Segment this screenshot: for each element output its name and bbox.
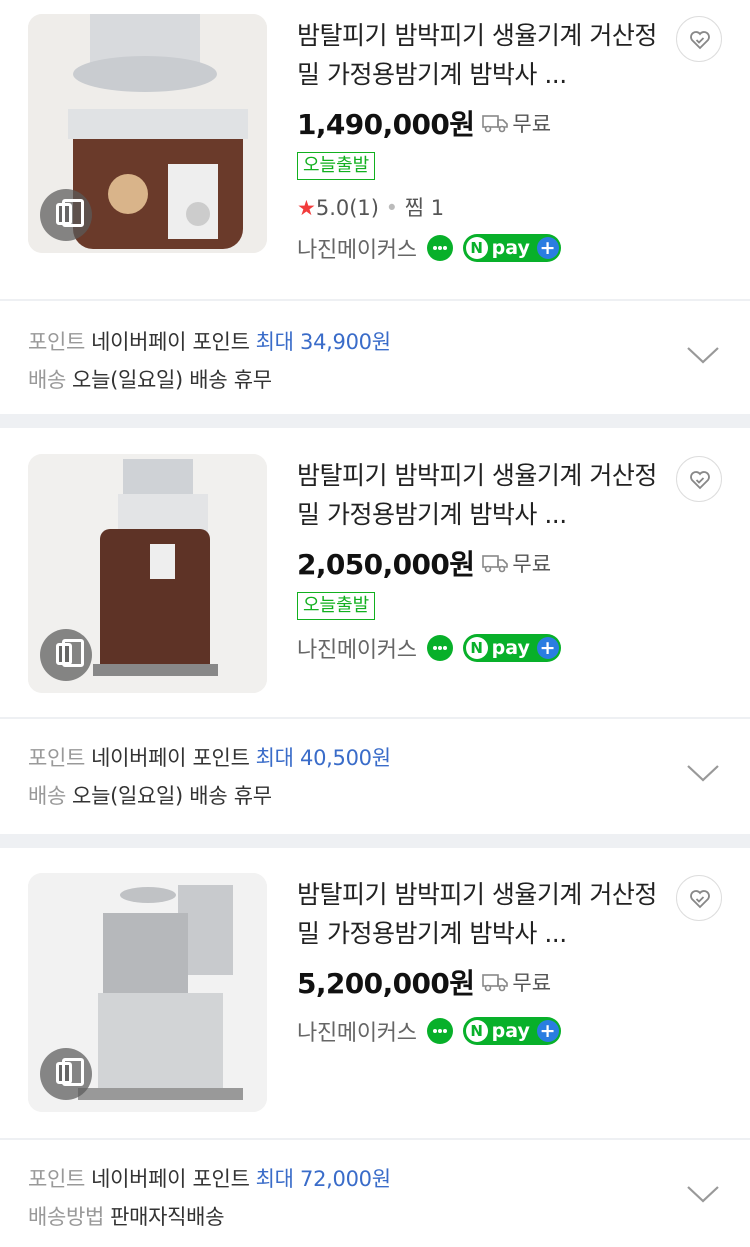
copy-icon[interactable] [40,189,92,241]
product-main[interactable]: 밤탈피기 밤박피기 생율기계 거산정밀 가정용밤기계 밤박사 ... 2,050… [0,428,750,719]
chevron-down-icon[interactable] [686,763,720,783]
delivery-label: 배송방법 [28,1205,105,1229]
product-main[interactable]: 밤탈피기 밤박피기 생율기계 거산정밀 가정용밤기계 밤박사 ... 5,200… [0,848,750,1140]
delivery-line: 배송 오늘(일요일) 배송 휴무 [28,777,750,815]
product-info: 밤탈피기 밤박피기 생율기계 거산정밀 가정용밤기계 밤박사 ... 5,200… [297,875,657,1047]
shipping-fee: 무료 [512,971,552,995]
product-card[interactable]: 밤탈피기 밤박피기 생율기계 거산정밀 가정용밤기계 밤박사 ... 5,200… [0,834,750,1247]
point-label: 포인트 [28,746,86,770]
talk-icon[interactable] [426,635,453,661]
npay-badge: Npay + [462,634,561,662]
zzim-count: 찜 1 [404,196,445,220]
rating-row: ★5.0(1) • 찜 1 [297,196,445,220]
talk-icon[interactable] [426,235,453,261]
npay-label: pay [491,237,530,259]
product-info: 밤탈피기 밤박피기 생율기계 거산정밀 가정용밤기계 밤박사 ... 2,050… [297,456,657,664]
price-row: 1,490,000원 무료 [297,106,657,141]
product-card[interactable]: 밤탈피기 밤박피기 생율기계 거산정밀 가정용밤기계 밤박사 ... 1,490… [0,0,750,414]
product-meta[interactable]: 포인트 네이버페이 포인트 최대 34,900원 배송 오늘(일요일) 배송 휴무 [0,301,750,413]
rating-value: 5.0 [315,196,350,220]
today-ship-badge: 오늘출발 [297,592,376,620]
delivery-label: 배송 [28,784,67,808]
point-label: 포인트 [28,330,86,354]
product-price: 1,490,000원 [297,108,475,141]
chevron-down-icon[interactable] [686,1184,720,1204]
product-title[interactable]: 밤탈피기 밤박피기 생율기계 거산정밀 가정용밤기계 밤박사 ... [297,875,657,953]
seller-name[interactable]: 나진메이커스 [297,232,417,264]
shipping-fee: 무료 [512,112,552,136]
price-row: 2,050,000원 무료 [297,546,657,581]
product-card[interactable]: 밤탈피기 밤박피기 생율기계 거산정밀 가정용밤기계 밤박사 ... 2,050… [0,414,750,834]
point-line: 포인트 네이버페이 포인트 최대 72,000원 [28,1160,750,1198]
npay-label: pay [491,637,530,659]
heart-check-icon[interactable] [676,875,722,921]
point-text: 네이버페이 포인트 [91,746,250,770]
seller-row: 나진메이커스 Npay + [297,232,657,264]
npay-badge: Npay + [462,234,561,262]
product-image[interactable] [28,873,267,1112]
product-title[interactable]: 밤탈피기 밤박피기 생율기계 거산정밀 가정용밤기계 밤박사 ... [297,16,657,94]
npay-badge: Npay + [462,1017,561,1045]
point-max: 최대 40,500원 [255,746,391,770]
truck-icon [482,115,509,133]
heart-check-icon[interactable] [676,456,722,502]
copy-icon[interactable] [40,1048,92,1100]
plus-icon: + [536,637,559,659]
price-row: 5,200,000원 무료 [297,965,657,1000]
npay-n-icon: N [465,1020,488,1042]
point-max: 최대 34,900원 [255,330,391,354]
point-line: 포인트 네이버페이 포인트 최대 40,500원 [28,739,750,777]
product-meta[interactable]: 포인트 네이버페이 포인트 최대 40,500원 배송 오늘(일요일) 배송 휴무 [0,719,750,831]
seller-row: 나진메이커스 Npay + [297,1015,657,1047]
star-icon: ★ [297,196,316,220]
point-max: 최대 72,000원 [255,1167,391,1191]
copy-icon[interactable] [40,629,92,681]
point-line: 포인트 네이버페이 포인트 최대 34,900원 [28,323,750,361]
delivery-line: 배송방법 판매자직배송 [28,1198,750,1236]
npay-n-icon: N [465,237,488,259]
product-info: 밤탈피기 밤박피기 생율기계 거산정밀 가정용밤기계 밤박사 ... 1,490… [297,16,657,264]
npay-n-icon: N [465,637,488,659]
plus-icon: + [536,237,559,259]
npay-label: pay [491,1020,530,1042]
product-price: 5,200,000원 [297,967,475,1000]
product-image[interactable] [28,454,267,693]
product-list: 밤탈피기 밤박피기 생율기계 거산정밀 가정용밤기계 밤박사 ... 1,490… [0,0,750,1247]
product-title[interactable]: 밤탈피기 밤박피기 생율기계 거산정밀 가정용밤기계 밤박사 ... [297,456,657,534]
today-ship-badge: 오늘출발 [297,152,376,180]
heart-check-icon[interactable] [676,16,722,62]
product-main[interactable]: 밤탈피기 밤박피기 생율기계 거산정밀 가정용밤기계 밤박사 ... 1,490… [0,0,750,301]
talk-icon[interactable] [426,1018,453,1044]
shipping-fee: 무료 [512,552,552,576]
chevron-down-icon[interactable] [686,345,720,365]
seller-name[interactable]: 나진메이커스 [297,632,417,664]
truck-icon [482,555,509,573]
delivery-text: 오늘(일요일) 배송 휴무 [72,784,272,808]
point-text: 네이버페이 포인트 [91,1167,250,1191]
truck-icon [482,974,509,992]
product-price: 2,050,000원 [297,548,475,581]
delivery-label: 배송 [28,368,67,392]
point-text: 네이버페이 포인트 [91,330,250,354]
product-image[interactable] [28,14,267,253]
product-meta[interactable]: 포인트 네이버페이 포인트 최대 72,000원 배송방법 판매자직배송 [0,1140,750,1247]
delivery-text: 오늘(일요일) 배송 휴무 [72,368,272,392]
review-count: (1) [349,196,379,220]
plus-icon: + [536,1020,559,1042]
delivery-text: 판매자직배송 [110,1205,225,1229]
seller-row: 나진메이커스 Npay + [297,632,657,664]
point-label: 포인트 [28,1167,86,1191]
delivery-line: 배송 오늘(일요일) 배송 휴무 [28,361,750,399]
seller-name[interactable]: 나진메이커스 [297,1015,417,1047]
